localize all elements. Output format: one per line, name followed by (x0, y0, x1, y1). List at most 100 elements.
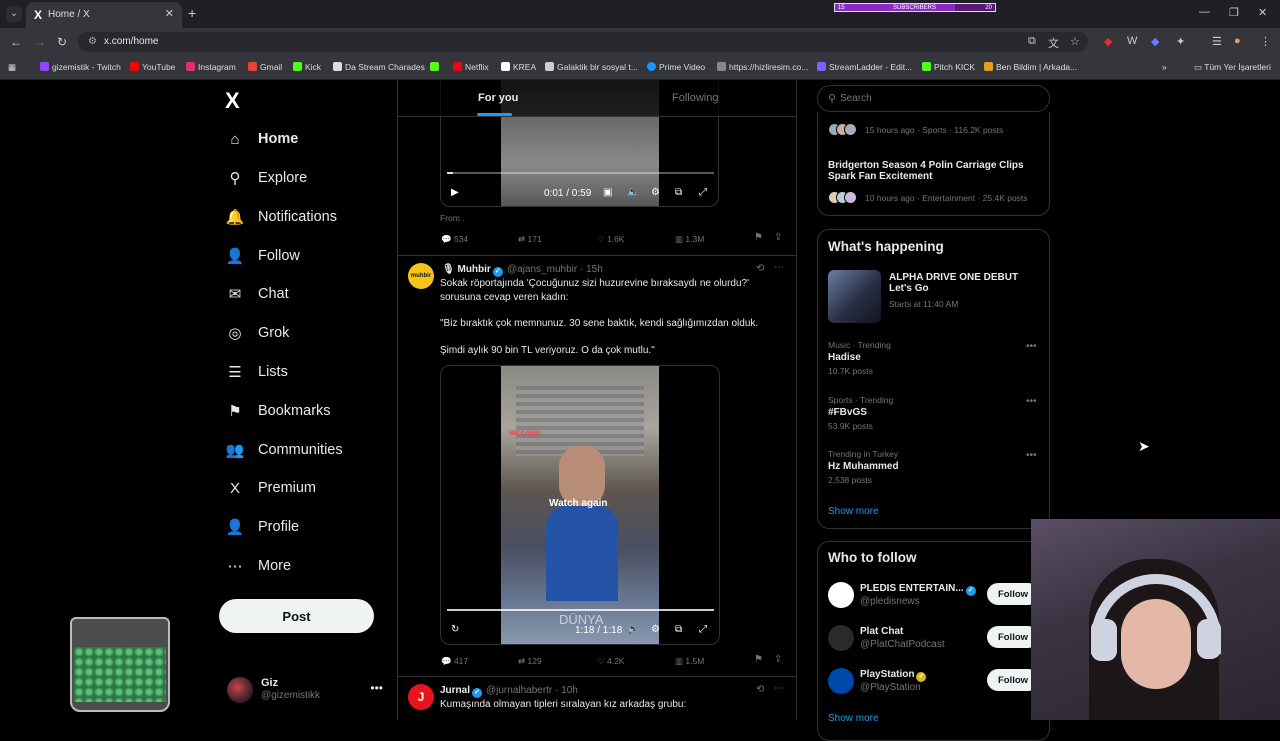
x-logo-icon[interactable]: X (225, 88, 240, 114)
nav-item-grok[interactable]: ◎ Grok (226, 321, 289, 345)
account-switcher[interactable]: Giz @gizemistikk ••• (227, 675, 387, 705)
show-more-link[interactable]: Show more (828, 713, 879, 724)
captions-icon[interactable]: ▣ (603, 187, 612, 198)
extension-red-icon[interactable]: ◆ (1104, 35, 1112, 48)
minimize-icon[interactable]: — (1199, 6, 1210, 18)
omnibox[interactable]: ⚙ x.com/home ⧉ 文 ☆ (78, 32, 1088, 52)
show-more-link[interactable]: Show more (828, 506, 879, 517)
share-icon[interactable]: ⇪ (774, 232, 782, 243)
bookmark-item[interactable]: Galaktik bir sosyal t... (545, 62, 638, 72)
bookmark-item[interactable]: YouTube (130, 62, 175, 72)
watch-again-button[interactable]: Watch again (549, 498, 608, 509)
window-close-icon[interactable]: ✕ (1258, 6, 1267, 19)
bookmark-item[interactable]: Ben Bildim | Arkada... (984, 62, 1077, 72)
extension-blue-icon[interactable]: ◆ (1151, 35, 1159, 48)
settings-icon[interactable]: ⚙ (651, 624, 660, 635)
translate-icon[interactable]: 文 (1048, 35, 1059, 51)
tweet-video[interactable]: BİR ÇARŞI Watch again DÜNYA ↻ 1:18 / 1:1… (440, 365, 720, 645)
tweet-author[interactable]: 🎙 Muhbir ✓ (442, 264, 505, 277)
tab-groups-icon[interactable]: ☰ (1212, 35, 1222, 48)
pip-icon[interactable]: ⧉ (675, 624, 682, 635)
restore-icon[interactable]: ❐ (1229, 6, 1239, 19)
bookmark-item[interactable]: https://hizliresim.co... (717, 62, 808, 72)
tab-for-you[interactable]: For you (478, 92, 518, 104)
settings-icon[interactable]: ⚙ (651, 187, 660, 198)
fullscreen-icon[interactable]: ⤢ (699, 187, 707, 198)
bookmark-item[interactable]: Prime Video (647, 62, 705, 72)
more-options-icon[interactable]: ••• (370, 681, 383, 695)
post-button[interactable]: Post (219, 599, 374, 633)
nav-item-notifications[interactable]: 🔔 Notifications (226, 205, 337, 229)
tab-following[interactable]: Following (672, 92, 718, 104)
nav-item-premium[interactable]: X Premium (226, 476, 316, 500)
repost-button[interactable]: ⇄ 171 (518, 234, 542, 245)
grok-icon[interactable]: ⟲ (756, 263, 764, 274)
trend-name[interactable]: Hadise (828, 352, 861, 363)
pip-icon[interactable]: ⧉ (675, 187, 682, 198)
grok-icon[interactable]: ⟲ (756, 684, 764, 695)
reload-icon[interactable]: ↻ (57, 35, 67, 49)
video-source[interactable]: From . (440, 213, 465, 223)
tab-close-icon[interactable]: ✕ (165, 7, 174, 20)
nav-item-more[interactable]: ⋯ More (226, 554, 292, 578)
avatar[interactable] (828, 582, 854, 608)
suggestion-name[interactable]: PlayStation ✓ (860, 669, 928, 682)
reply-button[interactable]: 💬 417 (441, 656, 468, 667)
avatar[interactable]: muhbir (408, 263, 434, 289)
browser-menu-icon[interactable]: ⋮ (1260, 35, 1271, 48)
browser-tab[interactable]: X Home / X ✕ (26, 2, 182, 28)
tweet-author[interactable]: Jurnal ✓ (440, 685, 484, 698)
nav-item-explore[interactable]: ⚲ Explore (226, 166, 308, 190)
bookmark-item[interactable]: Kick (293, 62, 321, 72)
bookmark-item[interactable]: Da Stream Charades (333, 62, 425, 72)
event-thumbnail[interactable] (828, 270, 881, 323)
like-button[interactable]: ♡ 4.2K (597, 656, 624, 667)
event-title[interactable]: ALPHA DRIVE ONE DEBUT Let's Go (889, 272, 1018, 294)
reply-button[interactable]: 💬 534 (441, 234, 468, 245)
bookmark-item[interactable]: Instagram (186, 62, 236, 72)
bookmark-item[interactable]: Netflix (453, 62, 489, 72)
volume-icon[interactable]: 🔈 (627, 187, 639, 198)
cast-icon[interactable]: ⧉ (1028, 35, 1036, 48)
suggestion-name[interactable]: Plat Chat (860, 626, 903, 637)
avatar[interactable] (828, 625, 854, 651)
bookmark-star-icon[interactable]: ☆ (1070, 35, 1080, 48)
nav-item-bookmarks[interactable]: ⚑ Bookmarks (226, 399, 330, 423)
tweet-more-icon[interactable]: ⋯ (774, 262, 784, 273)
fullscreen-icon[interactable]: ⤢ (699, 624, 707, 635)
trend-more-icon[interactable]: ••• (1026, 450, 1037, 461)
extension-w-icon[interactable]: W (1127, 35, 1137, 47)
bookmarks-overflow-icon[interactable]: » (1162, 62, 1167, 72)
search-input[interactable]: ⚲ Search (817, 85, 1050, 112)
avatar[interactable]: J (408, 684, 434, 710)
tweet-more-icon[interactable]: ⋯ (774, 683, 784, 694)
extensions-puzzle-icon[interactable]: ✦ (1176, 35, 1185, 48)
back-icon[interactable]: ← (10, 35, 22, 49)
trend-name[interactable]: #FBvGS (828, 407, 867, 418)
repost-button[interactable]: ⇄ 129 (518, 656, 542, 667)
trend-more-icon[interactable]: ••• (1026, 396, 1037, 407)
views-button[interactable]: ▥ 1.5M (675, 656, 704, 667)
bookmark-item[interactable]: Pitch KICK (922, 62, 975, 72)
suggestion-name[interactable]: PLEDIS ENTERTAIN... ✓ (860, 583, 978, 596)
nav-item-lists[interactable]: ☰ Lists (226, 360, 288, 384)
bookmark-icon[interactable]: ⚑ (754, 232, 763, 243)
forward-icon[interactable]: → (34, 35, 46, 49)
profile-avatar-icon[interactable]: ● (1234, 35, 1241, 47)
volume-icon[interactable]: 🔈 (627, 624, 639, 635)
tweet-handle[interactable]: @jurnalhabertr · 10h (486, 685, 578, 696)
share-icon[interactable]: ⇪ (774, 654, 782, 665)
replay-icon[interactable]: ↻ (451, 624, 459, 635)
nav-item-home[interactable]: ⌂ Home (226, 127, 298, 151)
nav-item-profile[interactable]: 👤 Profile (226, 515, 299, 539)
news-title[interactable]: Bridgerton Season 4 Polin Carriage Clips… (828, 160, 1024, 182)
nav-item-communities[interactable]: 👥 Communities (226, 438, 343, 462)
avatar[interactable] (828, 668, 854, 694)
apps-grid-icon[interactable]: ▦ (8, 62, 16, 73)
bookmark-item[interactable]: Gmail (248, 62, 282, 72)
bookmark-icon[interactable]: ⚑ (754, 654, 763, 665)
tweet-handle[interactable]: @ajans_muhbir · 15h (507, 264, 603, 275)
bookmark-item[interactable]: StreamLadder - Edit... (817, 62, 912, 72)
nav-item-chat[interactable]: ✉ Chat (226, 282, 289, 306)
all-bookmarks-folder[interactable]: ▭ Tüm Yer İşaretleri (1194, 62, 1271, 73)
